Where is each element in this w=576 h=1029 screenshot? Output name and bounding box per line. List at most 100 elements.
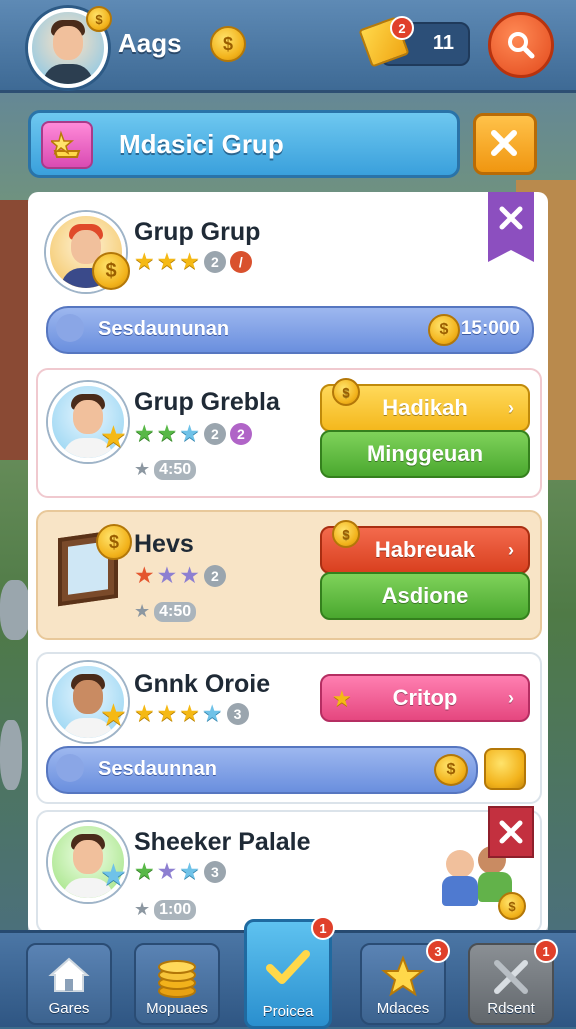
star-icon: ★ — [134, 420, 155, 446]
search-button[interactable] — [488, 12, 554, 78]
group-name: Grup Grup — [134, 218, 261, 246]
star-icon: ★ — [134, 700, 155, 726]
secondary-action-button[interactable]: Asdione — [320, 572, 530, 620]
button-label: Critop — [392, 685, 458, 710]
group-name: Gnnk Oroie — [134, 670, 271, 698]
trophy-icon — [41, 121, 93, 169]
star-icon: ★ — [179, 700, 200, 726]
chevron-right-icon: › — [508, 539, 514, 560]
star-icon: ★ — [134, 858, 155, 884]
avatar-shirt — [43, 64, 93, 84]
star-icon: ★ — [156, 562, 178, 588]
notification-badge: 1 — [534, 939, 558, 963]
reward-amount: 15:000 — [460, 318, 520, 339]
nav-item-mdaces[interactable]: Mdaces 3 — [360, 939, 450, 1025]
notification-badge: 3 — [426, 939, 450, 963]
check-icon — [56, 754, 84, 782]
close-icon — [499, 206, 523, 230]
sword-icon — [494, 960, 528, 994]
star-icon: ★ — [156, 420, 178, 446]
star-icon: ★ — [179, 248, 200, 274]
star-icon: ★ — [134, 899, 151, 919]
group-card: ★ Gnnk Oroie ★ ★ ★ ★ 3 ★ Critop › Sesdau… — [36, 652, 542, 804]
close-button[interactable] — [473, 113, 537, 175]
level-pill: 2 — [203, 250, 226, 273]
reward-bar[interactable]: Sesdaunnan $ — [46, 746, 478, 794]
timer-value: 4:50 — [154, 601, 197, 622]
level-pill: 3 — [226, 702, 249, 725]
nav-label: Mdaces — [376, 1000, 430, 1017]
primary-action-button[interactable]: $ Habreuak › — [320, 520, 530, 574]
coin-icon: $ — [332, 378, 360, 406]
nav-item-mopuaes[interactable]: Mopuaes — [134, 943, 220, 1025]
star-rating: ★ ★ ★ 2 2 — [134, 422, 252, 445]
star-rating: ★ ★ ★ 2 — [134, 564, 226, 587]
status-pill: / — [229, 250, 252, 273]
group-card: ★ Grup Grebla ★ ★ ★ 2 2 ★ 4:50 $ Hadikah… — [36, 368, 542, 498]
star-icon: ★ — [100, 699, 127, 732]
star-icon — [381, 955, 425, 997]
button-label: Habreuak — [374, 537, 476, 562]
coin-icon: $ — [86, 6, 112, 32]
search-icon — [508, 32, 535, 59]
star-icon: ★ — [332, 685, 352, 711]
star-icon: ★ — [134, 601, 151, 621]
star-icon: ★ — [134, 248, 155, 274]
primary-action-button[interactable]: ★ Critop › — [320, 674, 530, 722]
player-name: Aags — [118, 28, 182, 58]
button-label: Hadikah — [382, 395, 468, 420]
top-bar: $ Aags $ 11 2 — [0, 0, 576, 93]
close-ribbon-button[interactable] — [488, 192, 534, 262]
timer: ★ 1:00 — [134, 898, 197, 921]
ticket-count: 11 — [432, 32, 454, 54]
nav-label: Gares — [48, 1000, 90, 1017]
nav-item-gares[interactable]: Gares — [26, 943, 112, 1025]
star-icon: ★ — [134, 562, 155, 588]
friend-head — [446, 850, 474, 878]
nav-label: Mopuaes — [146, 1000, 208, 1017]
nav-item-proicea[interactable]: Proicea 1 — [244, 916, 335, 1029]
star-icon: ★ — [156, 858, 178, 884]
avatar-face — [73, 840, 103, 874]
secondary-action-button[interactable]: Minggeuan — [320, 430, 530, 478]
star-rating: ★ ★ ★ 2 / — [134, 250, 252, 273]
home-icon — [48, 957, 90, 992]
star-icon: ★ — [179, 858, 200, 884]
nav-label: Proicea — [262, 1003, 314, 1020]
coin-icon: $ — [96, 524, 132, 560]
check-icon — [56, 314, 84, 342]
remove-button[interactable] — [488, 806, 534, 858]
button-label: Minggeuan — [366, 441, 484, 466]
friend-body — [442, 876, 478, 906]
avatar-face — [73, 400, 103, 434]
coin-icon: $ — [92, 252, 130, 290]
coin-icon: $ — [428, 314, 460, 346]
close-icon — [491, 130, 517, 156]
coins-stack-icon — [158, 960, 196, 998]
group-name: Hevs — [134, 530, 194, 558]
group-name: Grup Grebla — [134, 388, 280, 416]
timer-value: 1:00 — [154, 899, 197, 920]
status-pill: 2 — [229, 422, 252, 445]
button-label: Asdione — [381, 583, 469, 608]
check-icon — [266, 950, 310, 984]
group-list-panel: $ Grup Grup ★ ★ ★ 2 / Sesdaununan $ 15:0… — [28, 192, 548, 934]
level-pill: 2 — [203, 564, 226, 587]
primary-action-button[interactable]: $ Hadikah › — [320, 378, 530, 432]
avatar-face — [73, 680, 103, 714]
star-icon: ★ — [134, 459, 151, 479]
bottom-navigation: Gares Mopuaes Proicea 1 Mdaces 3 Rdsent … — [0, 916, 576, 1029]
chevron-right-icon: › — [508, 687, 514, 708]
coin-icon: $ — [498, 892, 526, 920]
timer-value: 4:50 — [154, 459, 197, 480]
page-title: Mdasici Grup — [119, 129, 284, 159]
reward-bar-label: Sesdaunnan — [98, 758, 217, 780]
star-icon: ★ — [100, 421, 127, 454]
coin-icon[interactable]: $ — [210, 26, 246, 62]
star-icon: ★ — [100, 859, 127, 892]
nav-item-rdsent[interactable]: Rdsent 1 — [468, 939, 558, 1025]
timer: ★ 4:50 — [134, 458, 197, 481]
notification-badge: 1 — [311, 916, 335, 940]
level-pill: 3 — [203, 860, 226, 883]
reward-bar[interactable]: Sesdaununan $ 15:000 — [46, 306, 534, 354]
